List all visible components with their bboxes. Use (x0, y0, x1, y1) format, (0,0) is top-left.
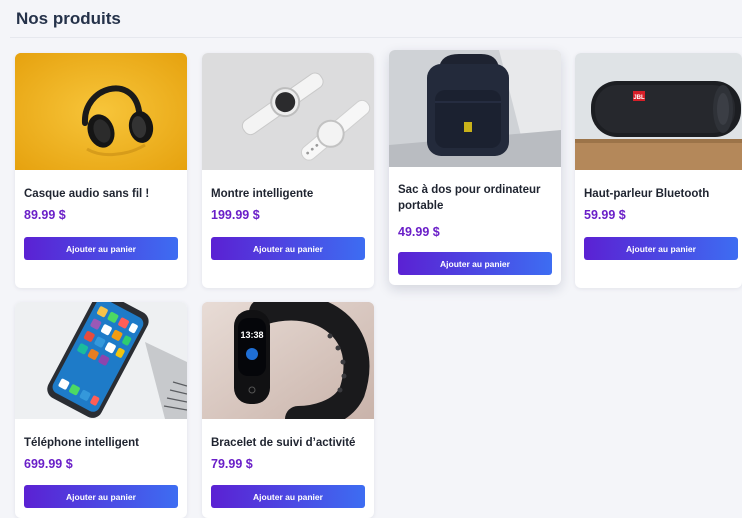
speaker-icon: JBL (575, 53, 742, 170)
product-price: 699.99 $ (24, 457, 73, 471)
add-to-cart-button[interactable]: Ajouter au panier (584, 237, 738, 260)
product-card: Montre intelligente 199.99 $ Ajouter au … (202, 53, 374, 288)
product-image[interactable] (202, 53, 374, 170)
product-price: 49.99 $ (398, 225, 440, 239)
speaker-logo: JBL (633, 95, 645, 101)
product-name: Bracelet de suivi d’activité (211, 437, 356, 449)
product-price: 199.99 $ (211, 208, 260, 222)
title-divider (10, 37, 742, 38)
product-image[interactable] (389, 50, 561, 167)
product-card: Téléphone intelligent 699.99 $ Ajouter a… (15, 302, 187, 518)
product-image[interactable] (15, 302, 187, 419)
product-price: 59.99 $ (584, 208, 626, 222)
backpack-icon (389, 50, 561, 167)
product-name: Montre intelligente (211, 188, 314, 200)
headphones-icon (15, 53, 187, 170)
product-image[interactable]: JBL (575, 53, 742, 170)
add-to-cart-button[interactable]: Ajouter au panier (211, 485, 365, 508)
product-name: Téléphone intelligent (24, 437, 140, 449)
product-card: Sac à dos pour ordinateur portable 49.99… (389, 50, 561, 285)
product-card: 13:38 Bracelet de suivi d’activité 79.99… (202, 302, 374, 518)
smartphone-icon (15, 302, 187, 419)
add-to-cart-button[interactable]: Ajouter au panier (24, 485, 178, 508)
product-price: 89.99 $ (24, 208, 66, 222)
fitness-band-icon: 13:38 (202, 302, 374, 419)
product-name: Sac à dos pour ordinateur portable (398, 184, 541, 212)
add-to-cart-button[interactable]: Ajouter au panier (398, 252, 552, 275)
product-card: Casque audio sans fil ! 89.99 $ Ajouter … (15, 53, 187, 288)
product-name: Haut-parleur Bluetooth (584, 188, 710, 200)
band-time: 13:38 (240, 330, 263, 340)
product-image[interactable] (15, 53, 187, 170)
smartwatch-icon (202, 53, 374, 170)
product-card: JBL Haut-parleur Bluetooth 59.99 $ Ajout… (575, 53, 742, 288)
product-image[interactable]: 13:38 (202, 302, 374, 419)
product-price: 79.99 $ (211, 457, 253, 471)
add-to-cart-button[interactable]: Ajouter au panier (24, 237, 178, 260)
products-page: Nos produits Casque audio sans fil ! 89.… (0, 0, 742, 518)
page-title: Nos produits (16, 9, 121, 28)
add-to-cart-button[interactable]: Ajouter au panier (211, 237, 365, 260)
product-name: Casque audio sans fil ! (24, 188, 150, 200)
